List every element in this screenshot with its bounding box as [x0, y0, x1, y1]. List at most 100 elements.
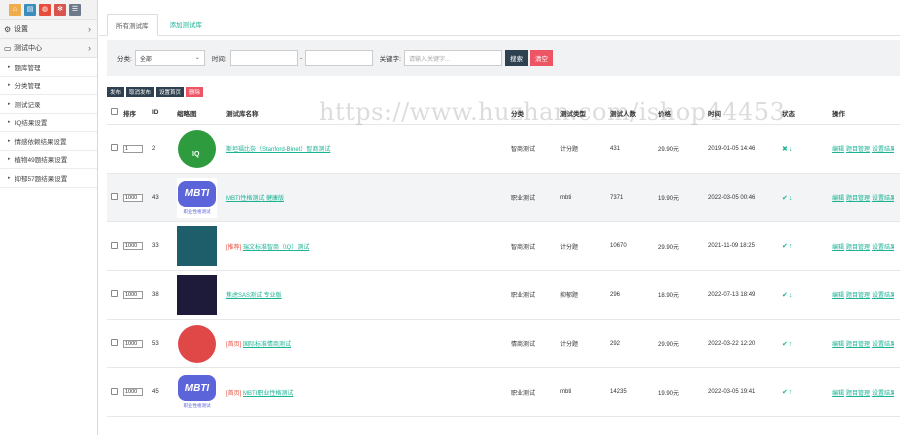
set-result-link[interactable]: 设置结果 [872, 196, 894, 202]
table-row: 1000 53 [首页] 国际标准情商测试 情商测试 计分题 292 29.90元 2022-… [107, 320, 900, 369]
test-name-link[interactable]: MBTI职业性格测试 [243, 391, 293, 397]
row-checkbox[interactable] [111, 290, 118, 298]
row-checkbox[interactable] [111, 387, 118, 395]
test-name-link[interactable]: MBTI性格测试 健康版 [226, 196, 284, 202]
table-row: 1000 33 [推荐] 瑞文标准智商（IQ）测试 智商测试 计分题 10670 29.90… [107, 222, 900, 272]
keyword-label: 关键字: [379, 56, 401, 63]
cross-icon[interactable]: ✖ [782, 146, 788, 153]
edit-link[interactable]: 编辑 [832, 391, 844, 397]
edit-link[interactable]: 编辑 [832, 293, 844, 299]
edit-link[interactable]: 编辑 [832, 245, 844, 251]
file-icon[interactable]: ▤ [24, 3, 36, 16]
unpublish-button[interactable]: 取消发布 [126, 87, 155, 97]
category-label: 分类: [117, 56, 132, 63]
tests-table: 排序 ID 缩略图 测试库名称 分类 测试类型 测试人数 价格 时间 状态 操作… [107, 101, 900, 418]
clear-button[interactable]: 清空 [529, 50, 553, 66]
tab-all-tests[interactable]: 所有测试库 [107, 14, 158, 36]
table-header: 排序 ID 缩略图 测试库名称 分类 测试类型 测试人数 价格 时间 状态 操作 [107, 101, 900, 125]
down-arrow-icon[interactable]: ↓ [789, 292, 793, 299]
search-button[interactable]: 搜索 [504, 50, 528, 66]
edit-link[interactable]: 编辑 [832, 196, 844, 202]
test-name-link[interactable]: 瑞文标准智商（IQ）测试 [243, 245, 309, 251]
sidebar-item-plant49-results[interactable]: ▸ 植物49题结果设置 [0, 151, 97, 169]
question-manage-link[interactable]: 题目管理 [846, 391, 870, 397]
mbti-thumb-sub: 职业性格测试 [183, 208, 211, 214]
sidebar-item-emotion-results[interactable]: ▸ 情感依赖结果设置 [0, 132, 97, 151]
publish-button[interactable]: 发布 [107, 87, 125, 97]
question-manage-link[interactable]: 题目管理 [846, 147, 870, 153]
edit-link[interactable]: 编辑 [832, 147, 844, 153]
sort-input[interactable]: 1000 [123, 290, 143, 299]
up-arrow-icon[interactable]: ↑ [789, 243, 793, 250]
check-icon[interactable]: ✔ [782, 195, 788, 202]
tab-add-test[interactable]: 添加测试库 [162, 13, 211, 35]
test-name-link[interactable]: 斯坦福比奈（Stanford-Binet）智商测试 [226, 147, 330, 153]
desktop-icon: ▭ [4, 43, 12, 53]
check-icon[interactable]: ✔ [782, 341, 788, 348]
row-price: 19.90元 [658, 196, 680, 203]
row-checkbox[interactable] [111, 339, 118, 347]
check-icon[interactable]: ✔ [782, 389, 788, 396]
up-arrow-icon[interactable]: ↑ [789, 341, 793, 348]
keyword-input[interactable]: 请输入关键字... [403, 50, 502, 66]
sidebar-item-depression57-results[interactable]: ▸ 抑郁57题结果设置 [0, 169, 97, 188]
menu-settings-label: 设置 [14, 26, 28, 33]
delete-button[interactable]: 删除 [186, 87, 204, 97]
sort-input[interactable]: 1000 [123, 388, 143, 397]
lightbulb-thumbnail [177, 226, 217, 267]
row-price: 29.90元 [658, 342, 680, 349]
check-icon[interactable]: ✔ [782, 292, 788, 299]
question-manage-link[interactable]: 题目管理 [846, 196, 870, 202]
set-result-link[interactable]: 设置结果 [872, 245, 894, 251]
header-name: 测试库名称 [226, 110, 259, 118]
sidebar-item-label: 测试记录 [14, 101, 41, 109]
select-all-checkbox[interactable] [111, 108, 118, 115]
menu-test-center[interactable]: ▭ 测试中心 › [0, 39, 97, 58]
sort-input[interactable]: 1000 [123, 339, 143, 348]
down-arrow-icon[interactable]: ↓ [789, 146, 793, 153]
end-date-input[interactable] [304, 50, 373, 66]
sort-input[interactable]: 1 [123, 144, 143, 153]
sidebar-item-question-bank[interactable]: ▸ 题库管理 [0, 58, 97, 77]
question-manage-link[interactable]: 题目管理 [846, 293, 870, 299]
row-category: 情商测试 [511, 342, 536, 349]
mbti-thumb-sub: 职业性格测试 [183, 403, 211, 409]
test-name-link[interactable]: 国际标准情商测试 [243, 342, 291, 348]
set-home-button[interactable]: 设置首页 [156, 87, 185, 97]
down-arrow-icon[interactable]: ↓ [789, 195, 793, 202]
row-checkbox[interactable] [111, 193, 118, 201]
row-id: 2 [152, 145, 156, 152]
home-icon[interactable]: ⌂ [9, 3, 21, 16]
test-name-link[interactable]: 焦虑SAS测试 专业版 [226, 293, 282, 299]
sidebar-item-iq-results[interactable]: ▸ IQ结果设置 [0, 114, 97, 132]
start-date-input[interactable] [229, 50, 298, 66]
up-arrow-icon[interactable]: ↑ [789, 389, 793, 396]
keyword-placeholder: 请输入关键字... [408, 56, 450, 63]
set-result-link[interactable]: 设置结果 [872, 391, 894, 397]
set-result-link[interactable]: 设置结果 [872, 293, 894, 299]
header-status: 状态 [782, 110, 795, 118]
set-result-link[interactable]: 设置结果 [872, 342, 894, 348]
sort-input[interactable]: 1000 [123, 242, 143, 251]
sidebar-item-test-records[interactable]: ▸ 测试记录 [0, 95, 97, 114]
caret-right-icon: ▸ [8, 174, 11, 181]
sidebar-item-categories[interactable]: ▸ 分类管理 [0, 77, 97, 95]
edit-link[interactable]: 编辑 [832, 342, 844, 348]
set-result-link[interactable]: 设置结果 [872, 147, 894, 153]
row-checkbox[interactable] [111, 144, 118, 152]
check-icon[interactable]: ✔ [782, 243, 788, 250]
row-time: 2022-03-22 12:20 [708, 340, 756, 347]
header-time: 时间 [708, 110, 721, 118]
question-manage-link[interactable]: 题目管理 [846, 245, 870, 251]
category-select[interactable]: 全部 ⌄ [134, 50, 205, 66]
list-icon[interactable]: ☰ [69, 3, 81, 16]
trash-icon[interactable]: ◍ [39, 3, 51, 16]
gear-icon[interactable]: ✻ [54, 3, 66, 16]
chevron-right-icon: › [88, 24, 91, 34]
question-manage-link[interactable]: 题目管理 [846, 342, 870, 348]
row-type: mbti [560, 194, 572, 201]
sidebar-item-label: 题库管理 [14, 64, 41, 72]
sort-input[interactable]: 1000 [123, 193, 143, 202]
menu-settings[interactable]: ⚙ 设置 › [0, 20, 97, 39]
row-checkbox[interactable] [111, 241, 118, 249]
